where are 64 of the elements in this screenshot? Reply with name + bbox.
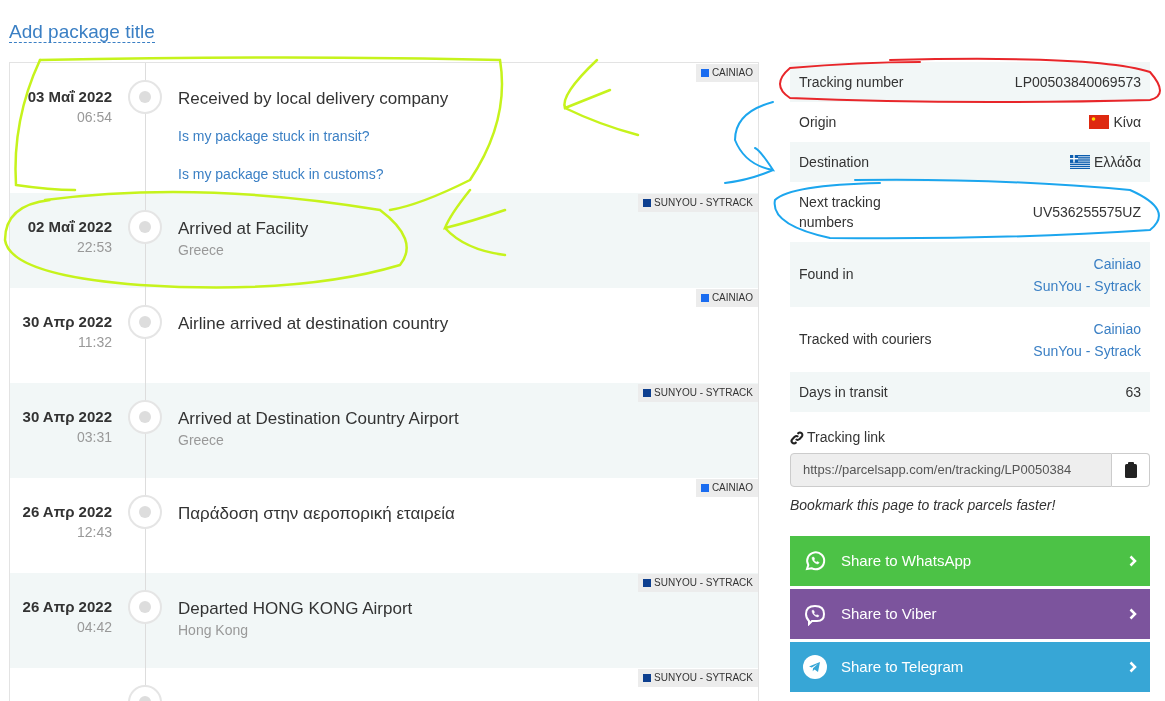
help-link[interactable]: Is my package stuck in transit? bbox=[178, 128, 370, 144]
copy-button[interactable] bbox=[1112, 453, 1150, 487]
event-location: Greece bbox=[178, 241, 225, 260]
chevron-right-icon bbox=[1129, 608, 1137, 620]
event-title: Received by local delivery company bbox=[178, 88, 450, 110]
telegram-icon bbox=[803, 655, 827, 679]
detail-value: UV536255575UZ bbox=[1032, 202, 1141, 222]
courier-name: CAINIAO bbox=[711, 291, 753, 305]
detail-value: LP00503840069573 bbox=[1014, 72, 1141, 92]
tracking-link-label: Tracking link bbox=[807, 428, 886, 447]
courier-name: SUNYOU - SYTRACK bbox=[654, 576, 753, 590]
help-link[interactable]: Is my package stuck in customs? bbox=[178, 166, 384, 182]
event-date: 26 Απρ 2022 bbox=[21, 502, 112, 522]
china-flag-icon bbox=[1089, 115, 1110, 129]
viber-icon bbox=[803, 602, 827, 626]
courier-link[interactable]: SunYou - Sytrack bbox=[1033, 274, 1141, 297]
share-button[interactable]: Share to WhatsApp bbox=[790, 536, 1150, 586]
event-date: 26 Απρ 2022 bbox=[21, 597, 112, 617]
detail-label: Tracking number bbox=[799, 72, 904, 92]
add-title-link[interactable]: Add package title bbox=[9, 21, 155, 43]
event-title: Arrived at Destination Country Airport bbox=[178, 408, 460, 430]
detail-value: Κίνα bbox=[1113, 112, 1141, 132]
event-title: Arrived at Facility bbox=[178, 218, 310, 240]
courier-name: SUNYOU - SYTRACK bbox=[654, 671, 753, 685]
detail-label: Tracked with couriers bbox=[799, 330, 932, 349]
event-location: Greece bbox=[178, 431, 225, 450]
bookmark-note: Bookmark this page to track parcels faster! bbox=[790, 496, 1057, 515]
event-time: 03:31 bbox=[75, 428, 112, 447]
courier-link[interactable]: SunYou - Sytrack bbox=[1033, 339, 1141, 362]
detail-label: Origin bbox=[799, 112, 837, 132]
detail-label: Days in transit bbox=[799, 382, 888, 402]
chevron-right-icon bbox=[1129, 661, 1137, 673]
event-time: 04:42 bbox=[75, 618, 112, 637]
event-date: 02 Μαΐ 2022 bbox=[26, 217, 112, 237]
event-date: 30 Απρ 2022 bbox=[21, 312, 112, 332]
courier-name: CAINIAO bbox=[711, 481, 753, 495]
event-date: 30 Απρ 2022 bbox=[21, 407, 112, 427]
detail-value: Ελλάδα bbox=[1093, 152, 1141, 172]
event-title: Παράδοση στην αεροπορική εταιρεία bbox=[178, 503, 456, 525]
event-time: 22:53 bbox=[75, 238, 112, 257]
share-button[interactable]: Share to Telegram bbox=[790, 642, 1150, 692]
tracking-link-field[interactable]: https://parcelsapp.com/en/tracking/LP0050384 bbox=[790, 453, 1112, 487]
event-date: 03 Μαΐ 2022 bbox=[26, 87, 112, 107]
share-button[interactable]: Share to Viber bbox=[790, 589, 1150, 639]
event-title: Airline arrived at destination country bbox=[178, 313, 450, 335]
detail-value: 63 bbox=[1125, 382, 1141, 402]
courier-name: SUNYOU - SYTRACK bbox=[654, 196, 753, 210]
courier-link[interactable]: Cainiao bbox=[1093, 317, 1141, 340]
detail-label: Found in bbox=[799, 265, 854, 284]
whatsapp-icon bbox=[803, 549, 827, 573]
greece-flag-icon bbox=[1069, 155, 1090, 169]
event-time: 12:43 bbox=[75, 523, 112, 542]
detail-label: Destination bbox=[799, 152, 870, 172]
event-title: Departed HONG KONG Airport bbox=[178, 598, 414, 620]
event-location: Hong Kong bbox=[178, 621, 250, 640]
courier-name: CAINIAO bbox=[711, 66, 753, 80]
chevron-right-icon bbox=[1129, 555, 1137, 567]
clipboard-icon bbox=[1124, 462, 1137, 478]
courier-name: SUNYOU - SYTRACK bbox=[654, 386, 753, 400]
courier-link[interactable]: Cainiao bbox=[1093, 252, 1141, 275]
event-time: 11:32 bbox=[77, 333, 112, 352]
detail-label: Next tracking numbers bbox=[799, 193, 882, 232]
event-time: 06:54 bbox=[75, 108, 112, 127]
link-icon bbox=[790, 430, 804, 445]
